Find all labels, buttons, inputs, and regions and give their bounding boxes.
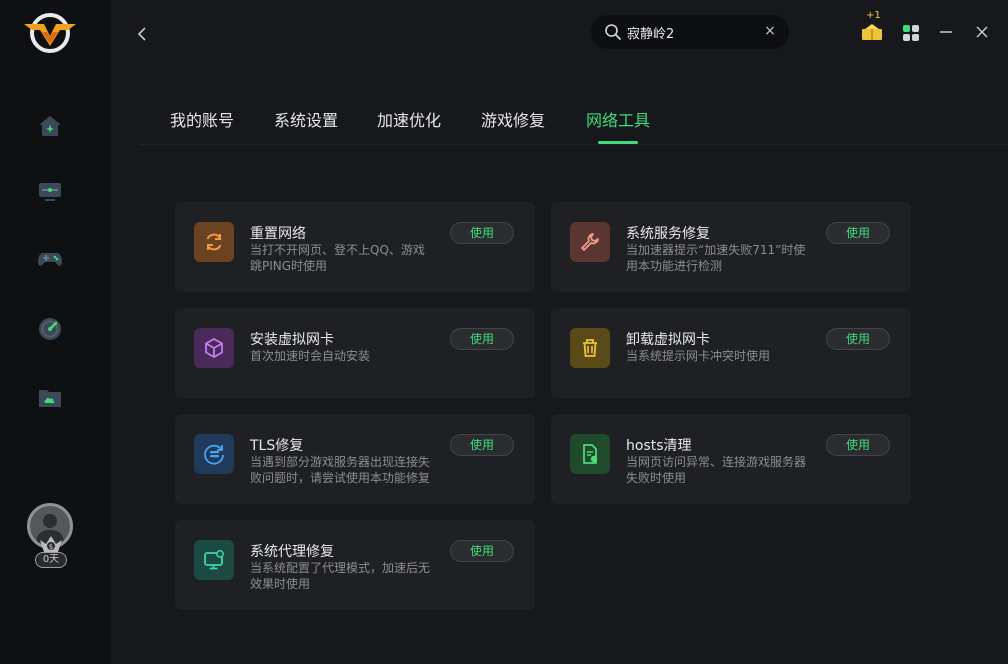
grid-icon (903, 25, 919, 41)
trash-icon (583, 339, 597, 357)
tool-title: 重置网络 (250, 226, 306, 242)
use-button-system-service-repair[interactable]: 使用 (826, 222, 890, 244)
chevron-left-icon (137, 27, 146, 41)
tool-title: 系统代理修复 (250, 544, 334, 560)
tool-icon-tile (194, 434, 234, 474)
reward-badge: +1 (866, 10, 881, 21)
monitor-boost-icon (39, 183, 61, 201)
user-avatar[interactable]: $ 0天 (24, 500, 78, 572)
monitor-icon (204, 550, 224, 570)
use-button-tls-repair[interactable]: 使用 (450, 434, 514, 456)
tool-title: TLS修复 (250, 438, 304, 454)
tool-description: 当打不开网页、登不上QQ、游戏跳PING时使用 (250, 243, 425, 273)
tab-system-settings[interactable]: 系统设置 (274, 107, 338, 145)
gamepad-icon (38, 253, 62, 266)
tool-card-hosts-cleanup: hosts清理 当网页访问异常、连接游戏服务器失败时使用 使用 (551, 414, 911, 504)
sidebar-item-games[interactable] (37, 246, 63, 272)
reward-button[interactable]: +1 (860, 10, 884, 44)
tool-icon-tile (570, 222, 610, 262)
refresh-icon (206, 233, 222, 251)
tool-icon-tile (194, 222, 234, 262)
app-window: $ 0天 × +1 (0, 0, 1008, 664)
home-icon (39, 116, 61, 136)
tool-title: hosts清理 (626, 438, 692, 454)
tool-card-reset-network: 重置网络 当打不开网页、登不上QQ、游戏跳PING时使用 使用 (175, 202, 535, 292)
sidebar-item-speed-boost[interactable] (37, 179, 63, 205)
search-bar[interactable]: × (591, 15, 789, 49)
use-button-reset-network[interactable]: 使用 (450, 222, 514, 244)
use-button-system-proxy-repair[interactable]: 使用 (450, 540, 514, 562)
search-clear-button[interactable]: × (763, 24, 777, 38)
minimize-button[interactable] (938, 24, 954, 44)
tab-acceleration-optimization[interactable]: 加速优化 (377, 107, 441, 145)
logo-icon (24, 13, 76, 53)
close-button[interactable] (974, 24, 990, 44)
tool-description: 当加速器提示“加速失败711”时使用本功能进行检测 (626, 243, 806, 273)
tool-icon-tile (194, 328, 234, 368)
minimize-icon (940, 31, 952, 33)
close-icon (976, 26, 988, 38)
settings-tabs: 我的账号 系统设置 加速优化 游戏修复 网络工具 (140, 100, 1008, 145)
sidebar-item-home[interactable] (37, 113, 63, 139)
folder-cloud-icon (39, 390, 61, 407)
sidebar: $ 0天 (0, 0, 111, 664)
svg-text:$: $ (49, 543, 53, 551)
tab-game-repair[interactable]: 游戏修复 (481, 107, 545, 145)
tool-card-system-proxy-repair: 系统代理修复 当系统配置了代理模式，加速后无效果时使用 使用 (175, 520, 535, 610)
sidebar-item-folder[interactable] (37, 385, 63, 411)
gift-box-icon (862, 24, 882, 40)
tool-card-tls-repair: TLS修复 当遇到部分游戏服务器出现连接失败问题时，请尝试使用本功能修复 使用 (175, 414, 535, 504)
tool-description: 当遇到部分游戏服务器出现连接失败问题时，请尝试使用本功能修复 (250, 455, 431, 485)
use-button-hosts-cleanup[interactable]: 使用 (826, 434, 890, 456)
use-button-uninstall-virtual-nic[interactable]: 使用 (826, 328, 890, 350)
tool-title: 安装虚拟网卡 (250, 332, 334, 348)
tool-title: 卸载虚拟网卡 (626, 332, 710, 348)
tab-my-account[interactable]: 我的账号 (170, 107, 234, 145)
tool-description: 当网页访问异常、连接游戏服务器失败时使用 (626, 455, 807, 485)
tab-network-tools[interactable]: 网络工具 (586, 107, 650, 145)
apps-grid-button[interactable] (902, 24, 920, 46)
search-input[interactable] (627, 21, 757, 43)
tool-card-system-service-repair: 系统服务修复 当加速器提示“加速失败711”时使用本功能进行检测 使用 (551, 202, 911, 292)
tool-icon-tile (570, 434, 610, 474)
sidebar-item-network-test[interactable] (37, 316, 63, 342)
active-tab-indicator (598, 141, 638, 144)
tool-description: 当系统配置了代理模式，加速后无效果时使用 (250, 561, 431, 591)
document-icon (583, 444, 598, 464)
cube-icon (205, 338, 223, 358)
tool-card-install-virtual-nic: 安装虚拟网卡 首次加速时会自动安装 使用 (175, 308, 535, 398)
wrench-icon (581, 233, 599, 251)
speedometer-icon (39, 318, 61, 340)
app-logo (22, 10, 78, 56)
back-button[interactable] (132, 24, 152, 44)
tls-icon (204, 444, 224, 465)
tool-title: 系统服务修复 (626, 226, 710, 242)
tool-description: 当系统提示网卡冲突时使用 (626, 349, 771, 363)
use-button-install-virtual-nic[interactable]: 使用 (450, 328, 514, 350)
search-icon (605, 24, 621, 40)
tool-description: 首次加速时会自动安装 (250, 349, 371, 363)
tool-icon-tile (194, 540, 234, 580)
tool-card-uninstall-virtual-nic: 卸载虚拟网卡 当系统提示网卡冲突时使用 使用 (551, 308, 911, 398)
tool-icon-tile (570, 328, 610, 368)
membership-days-badge: 0天 (35, 552, 67, 568)
